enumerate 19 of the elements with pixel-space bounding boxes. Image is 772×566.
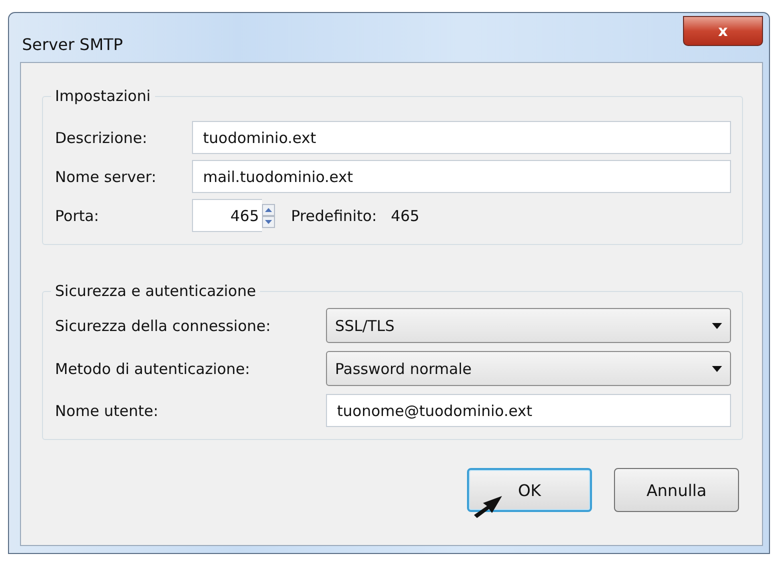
text-field[interactable]: tuodominio.ext xyxy=(192,121,731,154)
field-label: Sicurezza della connessione: xyxy=(55,316,272,334)
field-label: Metodo di autenticazione: xyxy=(55,360,251,378)
window-title: Server SMTP xyxy=(22,35,123,54)
text-field[interactable]: mail.tuodominio.ext xyxy=(192,160,731,193)
field-label: Porta: xyxy=(55,206,100,224)
dropdown[interactable]: Password normale xyxy=(326,351,731,386)
field-label: Descrizione: xyxy=(55,128,148,146)
default-label: Predefinito: xyxy=(291,206,377,224)
close-button[interactable]: x xyxy=(683,16,763,46)
text-field[interactable]: tuonome@tuodominio.ext xyxy=(326,394,731,427)
number-field[interactable]: 465 xyxy=(192,199,262,232)
field-label: Nome server: xyxy=(55,168,158,186)
dropdown[interactable]: SSL/TLS xyxy=(326,308,731,343)
cancel-button[interactable]: Annulla xyxy=(614,468,739,512)
ok-button[interactable]: OK xyxy=(467,468,592,512)
group-title: Impostazioni xyxy=(51,87,155,105)
default-value: 465 xyxy=(390,206,420,224)
field-label: Nome utente: xyxy=(55,402,160,420)
